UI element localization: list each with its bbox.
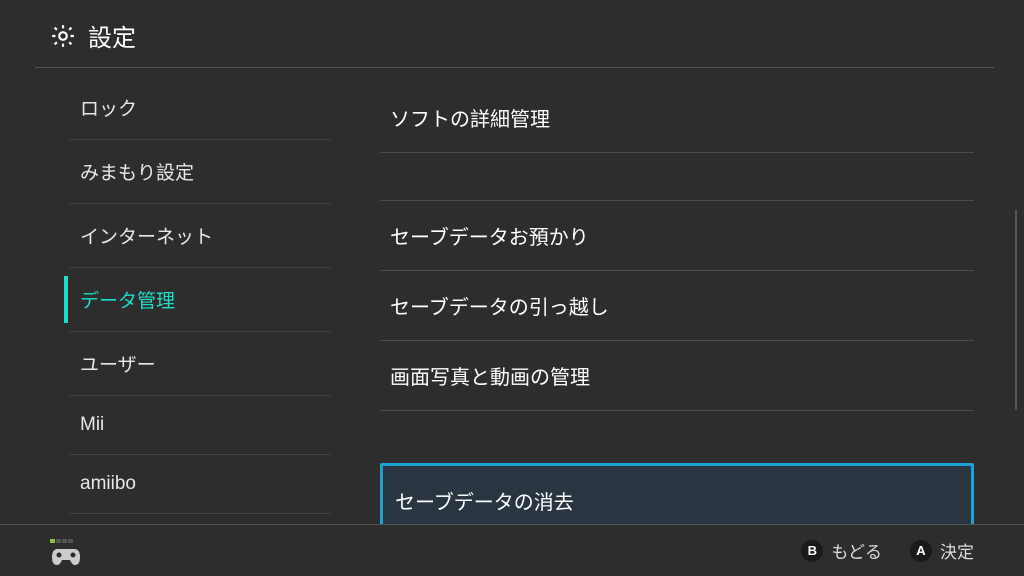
content-item-label: セーブデータお預かり (390, 227, 589, 249)
content-item-save-transfer[interactable]: セーブデータの引っ越し (380, 271, 974, 341)
player-dot (56, 539, 61, 543)
content-item-label: セーブデータの引っ越し (390, 297, 609, 319)
controller-icon[interactable] (50, 545, 82, 567)
footer-left (50, 535, 82, 567)
sidebar: ロック みまもり設定 インターネット データ管理 ユーザー Mii amiibo (0, 68, 330, 534)
b-button-icon: B (801, 540, 823, 562)
player-dot (62, 539, 67, 543)
footer: B もどる A 決定 (0, 524, 1024, 576)
sidebar-item-label: Mii (80, 414, 104, 435)
sidebar-item-label: データ管理 (80, 291, 175, 312)
sidebar-item-label: みまもり設定 (80, 163, 194, 184)
player-indicator (50, 539, 82, 543)
sidebar-item-parental[interactable]: みまもり設定 (70, 140, 330, 204)
sidebar-item-amiibo[interactable]: amiibo (70, 455, 330, 514)
scrollbar[interactable] (1015, 210, 1017, 410)
content-item-software-detail[interactable]: ソフトの詳細管理 (380, 83, 974, 153)
player-dot (50, 539, 55, 543)
content-item-label: ソフトの詳細管理 (390, 109, 550, 131)
content-divider (380, 411, 974, 463)
confirm-button[interactable]: A 決定 (910, 538, 974, 563)
content-area: ソフトの詳細管理 セーブデータお預かり セーブデータの引っ越し 画面写真と動画の… (330, 68, 1024, 534)
sidebar-item-user[interactable]: ユーザー (70, 332, 330, 396)
content-item-save-cloud[interactable]: セーブデータお預かり (380, 201, 974, 271)
sidebar-item-internet[interactable]: インターネット (70, 204, 330, 268)
content-item-label: セーブデータの消去 (395, 492, 574, 514)
sidebar-item-data-management[interactable]: データ管理 (70, 268, 330, 332)
sidebar-item-label: amiibo (80, 473, 136, 494)
page-title: 設定 (88, 18, 136, 53)
player-dot (68, 539, 73, 543)
sidebar-item-label: ユーザー (80, 355, 156, 376)
a-button-icon: A (910, 540, 932, 562)
sidebar-item-mii[interactable]: Mii (70, 396, 330, 455)
content-item-label: 画面写真と動画の管理 (390, 367, 590, 389)
back-button[interactable]: B もどる (801, 538, 882, 563)
footer-right: B もどる A 決定 (801, 538, 974, 563)
confirm-label: 決定 (940, 538, 974, 563)
sidebar-item-label: ロック (80, 99, 137, 120)
back-label: もどる (831, 538, 882, 563)
sidebar-item-label: インターネット (80, 227, 213, 248)
gear-icon (50, 23, 76, 49)
content-item-screenshots[interactable]: 画面写真と動画の管理 (380, 341, 974, 411)
content-divider (380, 153, 974, 201)
sidebar-item-lock[interactable]: ロック (70, 76, 330, 140)
header: 設定 (0, 0, 1024, 67)
main-content: ロック みまもり設定 インターネット データ管理 ユーザー Mii amiibo… (0, 68, 1024, 534)
